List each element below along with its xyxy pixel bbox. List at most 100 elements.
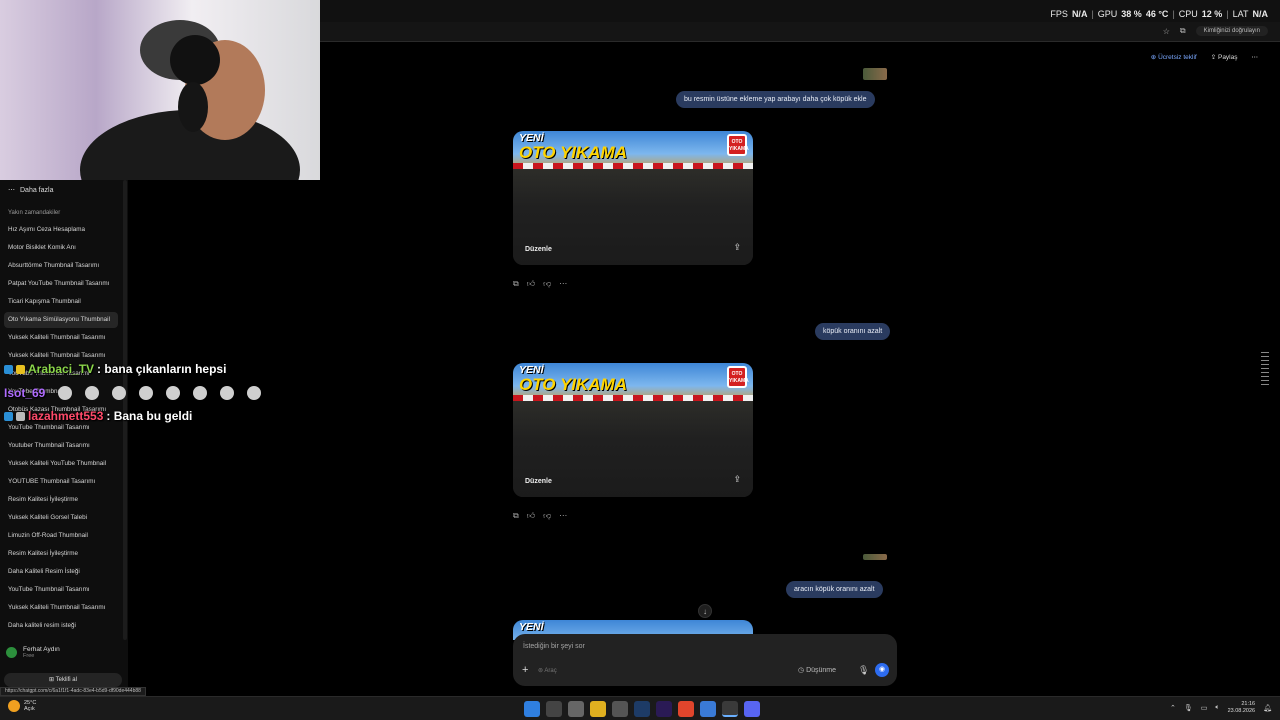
generated-image[interactable]: YENİ OTO YIKAMA OTO YIKAMA Düzenle ⇪: [513, 363, 753, 497]
clock[interactable]: 21:16 23.08.2026: [1228, 701, 1256, 715]
task-view-icon[interactable]: [568, 701, 584, 717]
gift-icon: ⊕: [1150, 54, 1159, 61]
edit-image-button[interactable]: Düzenle: [525, 478, 552, 485]
premiere-icon[interactable]: [656, 701, 672, 717]
sidebar-chat-item[interactable]: YOUTUBE Thumbnail Tasarımı: [4, 474, 118, 490]
hud-separator: |: [1226, 9, 1229, 19]
obs-icon[interactable]: [722, 701, 738, 717]
sidebar-chat-item[interactable]: Limuzin Off-Road Thumbnail: [4, 528, 118, 544]
sidebar-chat-item[interactable]: Patpat YouTube Thumbnail Tasarımı: [4, 276, 118, 292]
chat-text: : Bana bu geldi: [106, 409, 193, 423]
scroll-down-button[interactable]: ↓: [698, 604, 712, 618]
tools-label: Araç: [544, 668, 557, 674]
lat-label: LAT: [1232, 9, 1249, 19]
image-title-line2: OTO YIKAMA: [519, 375, 627, 394]
thumbs-down-icon[interactable]: 👎︎: [543, 511, 551, 521]
generated-image[interactable]: YENİ OTO YIKAMA OTO YIKAMA Düzenle ⇪: [513, 131, 753, 265]
sidebar-chat-item[interactable]: Ticari Kapışma Thumbnail: [4, 294, 118, 310]
sidebar-chat-item[interactable]: Yuksek Kaliteli Thumbnail Tasarımı: [4, 330, 118, 346]
gpu-value: 38 %: [1121, 9, 1142, 19]
sidebar-chat-item[interactable]: Youtuber Thumbnail Tasarımı: [4, 438, 118, 454]
sidebar-chat-item[interactable]: Motor Bisiklet Komik Anı: [4, 240, 118, 256]
plus-icon[interactable]: +: [522, 664, 528, 676]
cat-emote-icon: [220, 386, 235, 400]
more-icon[interactable]: ⋯: [559, 279, 567, 289]
microphone-icon[interactable]: 🎙︎: [858, 665, 869, 676]
thinking-button[interactable]: ◷ Düşünme: [798, 666, 836, 674]
more-button[interactable]: ⋯ Daha fazla: [8, 186, 54, 195]
windows-start-icon[interactable]: [524, 701, 540, 717]
notification-icon[interactable]: 🔔︎: [1263, 704, 1272, 712]
prompt-input[interactable]: İstediğin bir şeyi sor: [523, 643, 585, 650]
badge-icon: [16, 411, 25, 421]
sidebar-chat-item[interactable]: Daha kaliteli resim isteği: [4, 618, 118, 634]
tools-button[interactable]: ⊚ Araç: [538, 667, 557, 674]
windows-taskbar: 25°C Açık ⌃ 🎙︎ ▭ 🔈︎ 21:16 23.08.2026 🔔︎: [0, 696, 1280, 720]
thumbs-up-icon[interactable]: 👍︎: [527, 511, 535, 521]
user-message: köpük oranını azalt: [815, 323, 891, 340]
upgrade-icon: ⊞: [49, 677, 56, 683]
attached-image-thumbnail[interactable]: [863, 68, 887, 80]
cat-emote-icon: [58, 386, 73, 400]
star-icon[interactable]: ☆: [1163, 27, 1170, 36]
app-icon[interactable]: [700, 701, 716, 717]
puzzle-icon[interactable]: ⧉: [1180, 26, 1186, 36]
performance-overlay: FPS N/A | GPU 38 % 46 °C | CPU 12 % | LA…: [1050, 9, 1268, 19]
chat-username: Isot_69: [4, 386, 46, 400]
badge-icon: [4, 364, 13, 374]
discord-icon[interactable]: [744, 701, 760, 717]
sidebar-chat-item[interactable]: Hız Aşımı Ceza Hesaplama: [4, 222, 118, 238]
download-icon[interactable]: ⇪: [733, 242, 741, 253]
taskbar-apps: [524, 701, 760, 717]
thumbs-up-icon[interactable]: 👍︎: [527, 279, 535, 289]
sidebar-chat-item[interactable]: Yuksek Kaliteli Gorsel Talebi: [4, 510, 118, 526]
more-label: Daha fazla: [20, 186, 54, 194]
badge-line2: YIKAMA: [729, 378, 749, 384]
volume-icon[interactable]: 🔈︎: [1215, 704, 1219, 712]
share-button[interactable]: ⇪ Paylaş: [1211, 53, 1238, 61]
verify-identity-chip[interactable]: Kimliğinizi doğrulayın: [1195, 26, 1268, 36]
conversation-scrollbar[interactable]: [1261, 352, 1269, 388]
copy-icon[interactable]: ⧉: [513, 511, 519, 521]
recent-section-title[interactable]: Yakın zamandakiler: [8, 210, 60, 216]
download-icon[interactable]: ⇪: [733, 474, 741, 485]
thumbs-down-icon[interactable]: 👎︎: [543, 279, 551, 289]
image-banner: YENİ OTO YIKAMA OTO YIKAMA: [513, 363, 753, 401]
upgrade-button[interactable]: ⊞ Teklifi al: [4, 673, 122, 687]
message-composer[interactable]: İstediğin bir şeyi sor + ⊚ Araç ◷ Düşünm…: [513, 634, 897, 686]
sidebar-chat-item[interactable]: Oto Yıkama Simülasyonu Thumbnail: [4, 312, 118, 328]
microphone-icon[interactable]: 🎙︎: [1184, 704, 1193, 712]
options-icon[interactable]: ⋯: [1252, 53, 1259, 61]
sidebar-chat-item[interactable]: Daha Kaliteli Resim İsteği: [4, 564, 118, 580]
voice-mode-icon[interactable]: ◉: [875, 663, 889, 677]
app-icon[interactable]: [612, 701, 628, 717]
link-status-url: https://chatgpt.com/c/6a1f1f1-4adc-83e4-…: [0, 687, 146, 696]
sun-icon: [8, 700, 20, 712]
oto-badge: OTO YIKAMA: [727, 366, 749, 388]
sidebar-chat-item[interactable]: Resim Kalitesi İyileştirme: [4, 492, 118, 508]
edit-image-button[interactable]: Düzenle: [525, 246, 552, 253]
weather-widget[interactable]: 25°C Açık: [8, 700, 36, 712]
user-message: aracın köpük oranını azalt: [786, 581, 883, 598]
network-icon[interactable]: ▭: [1201, 704, 1208, 712]
chrome-icon[interactable]: [678, 701, 694, 717]
more-icon[interactable]: ⋯: [559, 511, 567, 521]
free-offer-button[interactable]: ⊕ Ücretsiz teklif: [1151, 53, 1197, 61]
attached-image-thumbnail[interactable]: [863, 554, 887, 560]
avatar: [6, 647, 17, 658]
sidebar-chat-item[interactable]: Absurttörme Thumbnail Tasarımı: [4, 258, 118, 274]
gpu-label: GPU: [1097, 9, 1118, 19]
sidebar-chat-item[interactable]: YouTube Thumbnail Tasarımı: [4, 582, 118, 598]
sidebar-chat-item[interactable]: Resim Kalitesi İyileştirme: [4, 546, 118, 562]
share-icon: ⇪: [1210, 54, 1218, 61]
photoshop-icon[interactable]: [634, 701, 650, 717]
hud-separator: |: [1172, 9, 1175, 19]
search-icon[interactable]: [546, 701, 562, 717]
gpu-temp: 46 °C: [1145, 9, 1169, 19]
file-explorer-icon[interactable]: [590, 701, 606, 717]
sidebar-chat-item[interactable]: Yuksek Kaliteli YouTube Thumbnail: [4, 456, 118, 472]
sidebar-chat-item[interactable]: Yuksek Kaliteli Thumbnail Tasarımı: [4, 600, 118, 616]
chevron-up-icon[interactable]: ⌃: [1170, 704, 1176, 712]
user-profile[interactable]: Ferhat Aydın Free: [6, 646, 60, 659]
copy-icon[interactable]: ⧉: [513, 279, 519, 289]
